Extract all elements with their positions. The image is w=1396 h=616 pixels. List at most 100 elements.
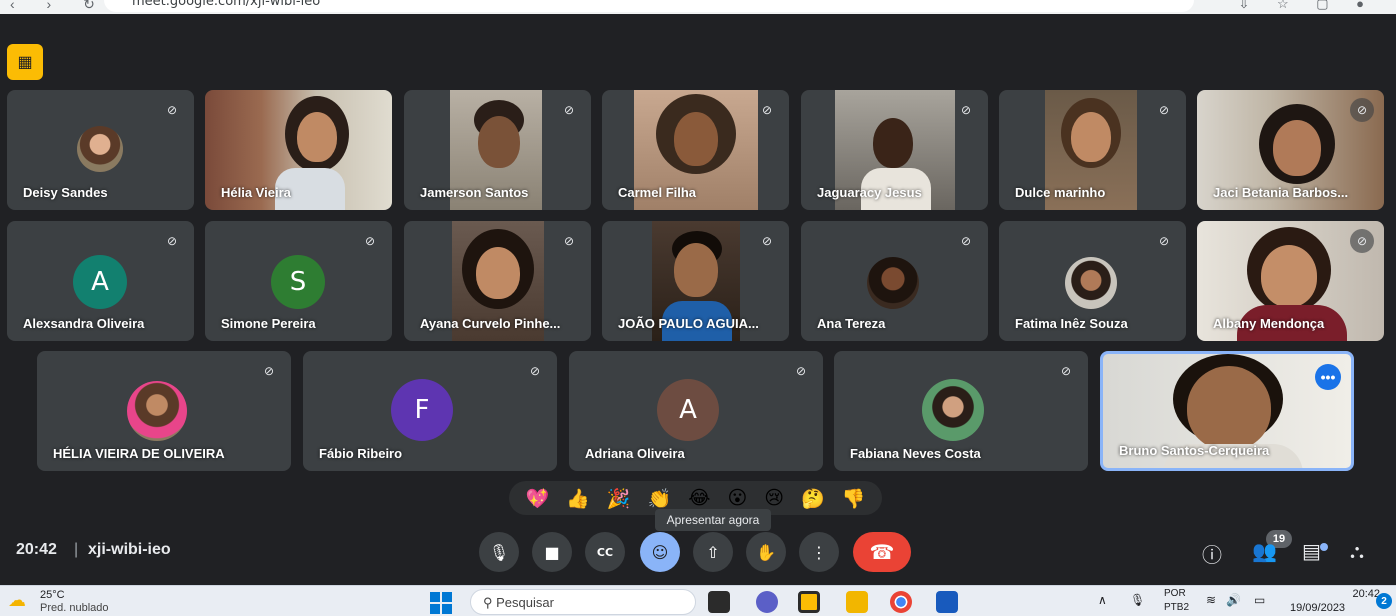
- volume-icon[interactable]: 🔊: [1226, 593, 1241, 607]
- battery-icon[interactable]: ▭: [1254, 593, 1265, 607]
- camera-button[interactable]: ■: [532, 532, 572, 572]
- avatar: [127, 381, 187, 441]
- participant-name: Fabiana Neves Costa: [850, 446, 981, 461]
- mic-off-icon: ⊘: [364, 234, 376, 248]
- task-view-icon[interactable]: [708, 591, 730, 613]
- participant-tile[interactable]: ⊘ A Adriana Oliveira: [569, 351, 823, 471]
- participant-tile-active-speaker[interactable]: ••• Bruno Santos-Cerqueira: [1100, 351, 1354, 471]
- chevron-up-icon[interactable]: ∧: [1098, 593, 1107, 607]
- participant-name: Dulce marinho: [1015, 185, 1106, 200]
- more-vert-icon: ⋮: [811, 542, 827, 562]
- camera-icon: ■: [544, 542, 560, 562]
- word-icon[interactable]: [936, 591, 958, 613]
- sad-reaction-icon[interactable]: 😢: [764, 487, 784, 509]
- captions-button[interactable]: CC: [585, 532, 625, 572]
- camera-off-icon[interactable]: ▦: [7, 44, 43, 80]
- microphone-tray-icon[interactable]: 🎙: [1130, 593, 1145, 607]
- video-feed: [674, 112, 718, 166]
- video-feed: [1261, 245, 1317, 307]
- leave-call-button[interactable]: ☎: [853, 532, 911, 572]
- mic-off-icon: ⊘: [563, 234, 575, 248]
- wifi-icon[interactable]: ≋: [1206, 593, 1216, 607]
- mic-off-icon: ⊘: [529, 364, 541, 378]
- participant-tile[interactable]: ⊘ Ana Tereza: [801, 221, 988, 341]
- participant-tile[interactable]: ⊘ Dulce marinho: [999, 90, 1186, 210]
- taskbar-search[interactable]: ⚲ Pesquisar: [470, 589, 696, 615]
- windows-start-icon[interactable]: [430, 592, 452, 614]
- surprised-reaction-icon[interactable]: 😮: [727, 487, 747, 509]
- thinking-reaction-icon[interactable]: 🤔: [801, 487, 825, 510]
- participant-tile[interactable]: ⊘ Fabiana Neves Costa: [834, 351, 1088, 471]
- video-feed: [873, 118, 913, 168]
- chrome-icon[interactable]: [890, 591, 912, 613]
- more-options-button[interactable]: ⋮: [799, 532, 839, 572]
- language-indicator[interactable]: POR: [1164, 588, 1186, 599]
- captions-icon: CC: [596, 545, 614, 559]
- participant-tile[interactable]: ⊘ Ayana Curvelo Pinhe...: [404, 221, 591, 341]
- video-feed: [674, 243, 718, 297]
- control-bar: 20:42 | xji-wibi-ieo 🎙 ■ CC ☺ ⇧ ✋ ⋮ ☎ ⓘ …: [0, 524, 1396, 585]
- system-date[interactable]: 19/09/2023: [1290, 602, 1345, 614]
- browser-action-icons[interactable]: ⇩ ☆ ▢ ●: [1238, 0, 1376, 12]
- sticky-notes-icon[interactable]: [798, 591, 820, 613]
- participant-name: Adriana Oliveira: [585, 446, 685, 461]
- heart-reaction-icon[interactable]: 💖: [526, 487, 550, 510]
- party-reaction-icon[interactable]: 🎉: [607, 487, 631, 510]
- weather-icon[interactable]: ☁: [8, 590, 26, 611]
- clap-reaction-icon[interactable]: 👏: [648, 487, 672, 510]
- info-icon[interactable]: ⓘ: [1202, 539, 1222, 568]
- raise-hand-button[interactable]: ✋: [746, 532, 786, 572]
- participant-tile[interactable]: Hélia Vieira: [205, 90, 392, 210]
- participant-tile[interactable]: ⊘ Fatima Inêz Souza: [999, 221, 1186, 341]
- laugh-reaction-icon[interactable]: 😂: [688, 487, 710, 509]
- microphone-button[interactable]: 🎙: [479, 532, 519, 572]
- participant-tile[interactable]: ⊘ JOÃO PAULO AGUIA...: [602, 221, 789, 341]
- participant-tile[interactable]: ⊘ Carmel Filha: [602, 90, 789, 210]
- participant-name: Fábio Ribeiro: [319, 446, 403, 461]
- participant-tile[interactable]: ⊘ Jaci Betania Barbos...: [1197, 90, 1384, 210]
- participant-tile[interactable]: ⊘ Deisy Sandes: [7, 90, 194, 210]
- thumbs-down-reaction-icon[interactable]: 👎: [842, 487, 866, 510]
- participant-tile[interactable]: ⊘ Jaguaracy Jesus: [801, 90, 988, 210]
- system-time[interactable]: 20:42: [1320, 588, 1380, 600]
- meet-window: ▦ ⊘ Deisy Sandes Hélia Vieira ⊘ Jamerson…: [0, 14, 1396, 585]
- file-explorer-icon[interactable]: [846, 591, 868, 613]
- participant-tile[interactable]: ⊘ HÉLIA VIEIRA DE OLIVEIRA: [37, 351, 291, 471]
- participant-tile[interactable]: ⊘ S Simone Pereira: [205, 221, 392, 341]
- notification-badge[interactable]: 2: [1376, 593, 1392, 609]
- video-feed: [476, 247, 520, 299]
- participant-tile[interactable]: ⊘ A Alexsandra Oliveira: [7, 221, 194, 341]
- mic-off-icon: ⊘: [563, 103, 575, 117]
- thumbs-up-reaction-icon[interactable]: 👍: [566, 487, 590, 510]
- activities-icon[interactable]: ⛬: [1350, 539, 1364, 563]
- avatar: [1065, 257, 1117, 309]
- more-options-icon[interactable]: •••: [1315, 364, 1341, 390]
- participant-name: Jaguaracy Jesus: [817, 185, 922, 200]
- mic-off-icon: ⊘: [1350, 98, 1374, 122]
- participant-tile[interactable]: ⊘ Jamerson Santos: [404, 90, 591, 210]
- hand-icon: ✋: [756, 542, 776, 562]
- reactions-button[interactable]: ☺: [640, 532, 680, 572]
- participant-name: Ana Tereza: [817, 316, 886, 331]
- participant-tile[interactable]: ⊘ F Fábio Ribeiro: [303, 351, 557, 471]
- participant-name: Bruno Santos-Cerqueira: [1119, 443, 1270, 458]
- participant-tile[interactable]: ⊘ Albany Mendonça: [1197, 221, 1384, 341]
- people-icon[interactable]: 👥: [1252, 539, 1277, 563]
- present-now-button[interactable]: ⇧: [693, 532, 733, 572]
- browser-nav-icons[interactable]: ‹ › ↻: [10, 0, 109, 13]
- mic-off-icon: ⊘: [761, 103, 773, 117]
- participant-name: Deisy Sandes: [23, 185, 108, 200]
- chat-icon[interactable]: ▤: [1302, 539, 1321, 563]
- mic-off-icon: ⊘: [960, 103, 972, 117]
- video-feed: [297, 112, 337, 162]
- address-bar[interactable]: meet.google.com/xji-wibi-ieo: [104, 0, 1194, 12]
- keyboard-layout[interactable]: PTB2: [1164, 602, 1189, 613]
- avatar: [77, 126, 123, 172]
- participant-name: Alexsandra Oliveira: [23, 316, 145, 331]
- emoji-icon: ☺: [651, 542, 669, 562]
- avatar: A: [73, 255, 127, 309]
- chat-app-icon[interactable]: [756, 591, 778, 613]
- video-feed: [1071, 112, 1111, 162]
- participant-name: Simone Pereira: [221, 316, 316, 331]
- phone-hangup-icon: ☎: [869, 541, 895, 564]
